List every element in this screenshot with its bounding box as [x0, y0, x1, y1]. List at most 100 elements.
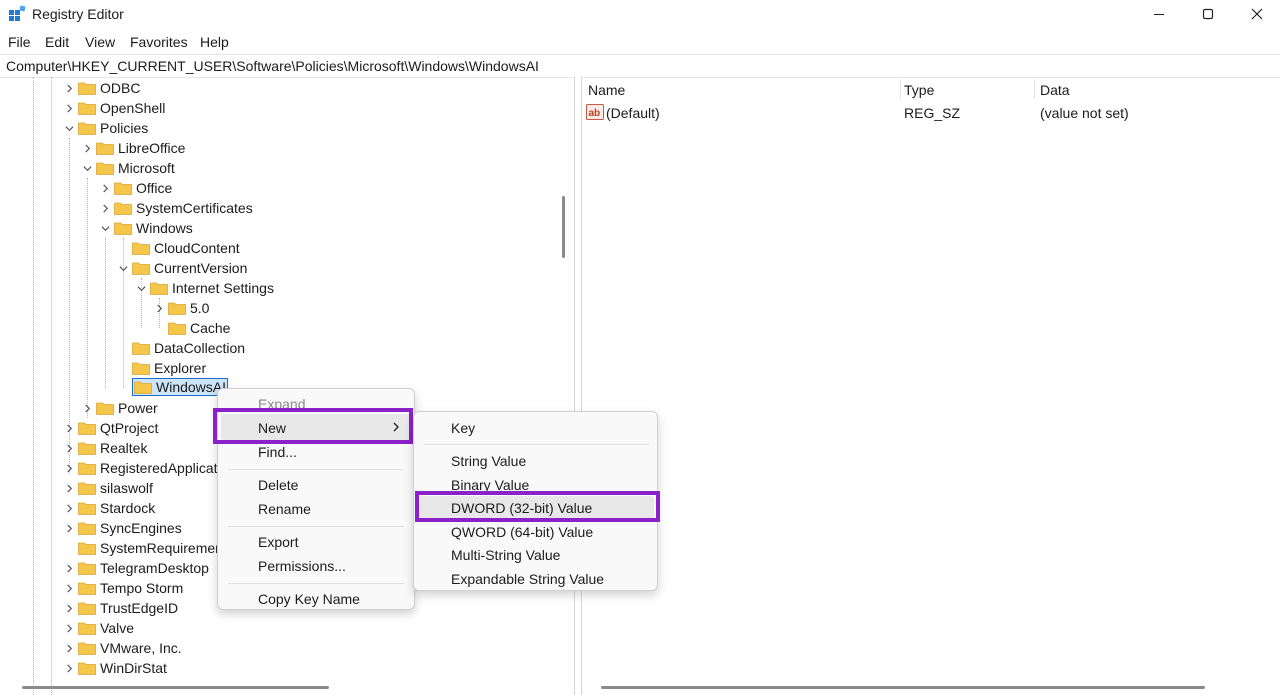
- tree-horizontal-scrollbar[interactable]: [22, 686, 329, 689]
- chevron-right-icon[interactable]: [60, 518, 78, 538]
- tree-item-stardock[interactable]: Stardock: [60, 498, 156, 518]
- tree-item-odbc[interactable]: ODBC: [60, 78, 140, 98]
- tree-item-systemcertificates[interactable]: SystemCertificates: [96, 198, 253, 218]
- menu-item-permissions[interactable]: Permissions...: [258, 558, 346, 574]
- address-path[interactable]: Computer\HKEY_CURRENT_USER\Software\Poli…: [6, 58, 539, 74]
- tree-item-label: WinDirStat: [100, 660, 167, 676]
- chevron-down-icon[interactable]: [114, 258, 132, 278]
- menu-edit[interactable]: Edit: [45, 34, 69, 50]
- chevron-right-icon[interactable]: [78, 398, 96, 418]
- folder-icon: [96, 402, 114, 415]
- folder-icon: [96, 162, 114, 175]
- tree-guide-line: [51, 77, 52, 695]
- close-button[interactable]: [1234, 0, 1280, 28]
- chevron-right-icon[interactable]: [96, 178, 114, 198]
- tree-item-systemrequirements[interactable]: SystemRequirement: [60, 538, 227, 558]
- maximize-icon: [1202, 8, 1214, 20]
- tree-item-cloudcontent[interactable]: CloudContent: [114, 238, 240, 258]
- chevron-right-icon[interactable]: [60, 558, 78, 578]
- chevron-right-icon[interactable]: [60, 478, 78, 498]
- tree-item-silaswolf-row[interactable]: silaswolf: [60, 478, 153, 498]
- tree-item-explorer[interactable]: Explorer: [114, 358, 206, 378]
- tree-item-datacollection[interactable]: DataCollection: [114, 338, 245, 358]
- tree-item-valve[interactable]: Valve: [60, 618, 134, 638]
- column-header-name[interactable]: Name: [588, 82, 625, 98]
- chevron-down-icon[interactable]: [132, 278, 150, 298]
- chevron-right-icon[interactable]: [78, 138, 96, 158]
- chevron-right-icon[interactable]: [150, 298, 168, 318]
- tree-item-office[interactable]: Office: [96, 178, 172, 198]
- tree-item-label: TelegramDesktop: [100, 560, 209, 576]
- tree-item-power[interactable]: Power: [78, 398, 158, 418]
- menu-item-rename[interactable]: Rename: [258, 501, 311, 517]
- chevron-right-icon[interactable]: [60, 638, 78, 658]
- tree-item-openshell[interactable]: OpenShell: [60, 98, 165, 118]
- chevron-right-icon[interactable]: [60, 498, 78, 518]
- tree-item-tempostorm[interactable]: Tempo Storm: [60, 578, 183, 598]
- menu-view[interactable]: View: [85, 34, 115, 50]
- chevron-right-icon[interactable]: [60, 98, 78, 118]
- menu-help[interactable]: Help: [200, 34, 229, 50]
- tree-item-currentversion[interactable]: CurrentVersion: [114, 258, 247, 278]
- tree-item-cache[interactable]: Cache: [150, 318, 230, 338]
- tree-item-policies[interactable]: Policies: [60, 118, 148, 138]
- chevron-right-icon[interactable]: [60, 578, 78, 598]
- chevron-down-icon[interactable]: [78, 158, 96, 178]
- chevron-right-icon[interactable]: [60, 78, 78, 98]
- submenu-item-expandable-string-value[interactable]: Expandable String Value: [451, 571, 604, 587]
- tree-item-registeredapplications[interactable]: RegisteredApplicati: [60, 458, 221, 478]
- menu-file[interactable]: File: [8, 34, 31, 50]
- chevron-right-icon[interactable]: [96, 198, 114, 218]
- tree-item-trustedgeid[interactable]: TrustEdgeID: [60, 598, 178, 618]
- tree-item-realtek[interactable]: Realtek: [60, 438, 147, 458]
- chevron-right-icon[interactable]: [60, 458, 78, 478]
- tree-item-syncengines[interactable]: SyncEngines: [60, 518, 182, 538]
- tree-item-windows[interactable]: Windows: [96, 218, 193, 238]
- folder-icon: [168, 322, 186, 335]
- pane-splitter[interactable]: [574, 77, 582, 695]
- tree-item-telegramdesktop[interactable]: TelegramDesktop: [60, 558, 209, 578]
- maximize-button[interactable]: [1185, 0, 1231, 28]
- chevron-right-icon[interactable]: [60, 618, 78, 638]
- submenu-item-key[interactable]: Key: [451, 420, 475, 436]
- menu-item-copy-key-name[interactable]: Copy Key Name: [258, 591, 360, 607]
- submenu-item-qword-value[interactable]: QWORD (64-bit) Value: [451, 524, 593, 540]
- values-list-pane[interactable]: Name Type Data ab (Default) REG_SZ (valu…: [582, 77, 1280, 695]
- tree-item-qtproject[interactable]: QtProject: [60, 418, 158, 438]
- submenu-item-string-value[interactable]: String Value: [451, 453, 526, 469]
- tree-item-libreoffice[interactable]: LibreOffice: [78, 138, 185, 158]
- folder-icon: [114, 182, 132, 195]
- menu-item-export[interactable]: Export: [258, 534, 298, 550]
- column-header-type[interactable]: Type: [904, 82, 934, 98]
- tree-guide-line: [87, 178, 88, 418]
- tree-item-label: Cache: [190, 320, 231, 336]
- tree-item-label: Office: [136, 180, 173, 196]
- column-header-data[interactable]: Data: [1040, 82, 1070, 98]
- tree-item-label: silaswolf: [100, 480, 153, 496]
- value-name: (Default): [606, 105, 660, 121]
- menu-favorites[interactable]: Favorites: [130, 34, 188, 50]
- menu-item-delete[interactable]: Delete: [258, 477, 298, 493]
- values-horizontal-scrollbar[interactable]: [601, 686, 1205, 689]
- chevron-down-icon[interactable]: [96, 218, 114, 238]
- chevron-right-icon[interactable]: [60, 418, 78, 438]
- address-bar[interactable]: Computer\HKEY_CURRENT_USER\Software\Poli…: [0, 54, 1280, 78]
- tree-item-5-0[interactable]: 5.0: [150, 298, 209, 318]
- chevron-down-icon[interactable]: [60, 118, 78, 138]
- tree-vertical-scrollbar[interactable]: [562, 196, 565, 258]
- folder-icon: [78, 442, 96, 455]
- submenu-item-multi-string-value[interactable]: Multi-String Value: [451, 547, 560, 563]
- folder-icon: [78, 542, 96, 555]
- column-divider[interactable]: [1034, 79, 1035, 99]
- minimize-button[interactable]: [1136, 0, 1182, 28]
- chevron-right-icon[interactable]: [60, 438, 78, 458]
- tree-item-windirstat[interactable]: WinDirStat: [60, 658, 167, 678]
- chevron-right-icon[interactable]: [60, 598, 78, 618]
- chevron-right-icon[interactable]: [60, 658, 78, 678]
- tree-item-internet-settings[interactable]: Internet Settings: [132, 278, 274, 298]
- menu-item-find[interactable]: Find...: [258, 444, 297, 460]
- tree-item-windowsai-selected[interactable]: WindowsAI: [114, 377, 229, 397]
- column-divider[interactable]: [900, 79, 901, 99]
- tree-item-vmware[interactable]: VMware, Inc.: [60, 638, 182, 658]
- tree-item-microsoft[interactable]: Microsoft: [78, 158, 175, 178]
